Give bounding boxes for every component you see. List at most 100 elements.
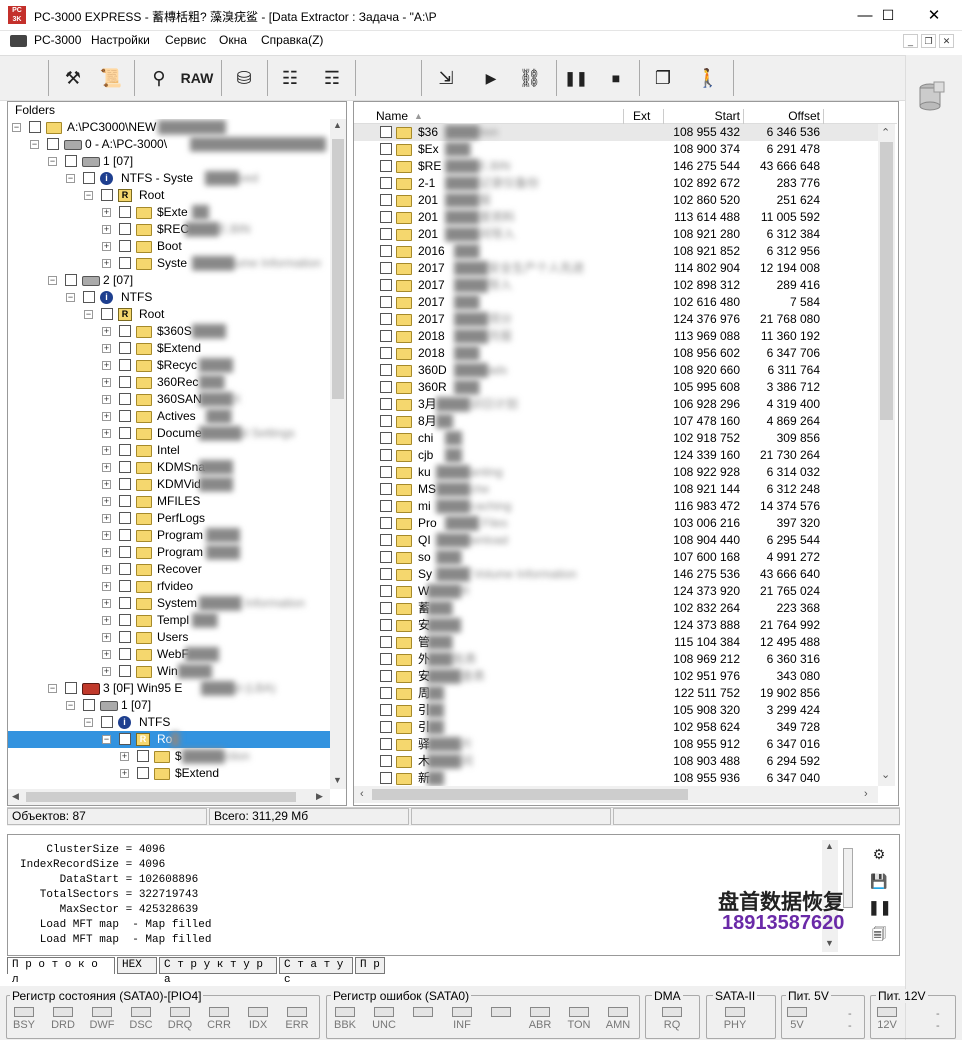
expand-toggle-icon[interactable]: + <box>102 565 111 574</box>
database-icon[interactable] <box>918 80 946 112</box>
list-item[interactable]: 201 ████度资料 113 614 488 11 005 592 <box>354 209 878 226</box>
tree-row[interactable]: − A:\PC3000\NEW ████████ <box>8 119 330 136</box>
list-item[interactable]: 2018 ███ 108 956 602 6 347 706 <box>354 345 878 362</box>
list-checkbox[interactable] <box>380 687 392 699</box>
list-checkbox[interactable] <box>380 160 392 172</box>
list-checkbox[interactable] <box>380 517 392 529</box>
connect-icon[interactable]: ⛓ <box>514 64 546 92</box>
expand-toggle-icon[interactable]: + <box>102 599 111 608</box>
log-slider[interactable] <box>843 848 853 908</box>
tree-checkbox[interactable] <box>119 631 131 643</box>
list-item[interactable]: ku ████anting 108 922 928 6 314 032 <box>354 464 878 481</box>
col-start-header[interactable]: Start <box>664 109 740 124</box>
tree-row[interactable]: + $Extend <box>8 765 330 782</box>
tree-checkbox[interactable] <box>119 325 131 337</box>
tree-checkbox[interactable] <box>119 563 131 575</box>
list-checkbox[interactable] <box>380 381 392 393</box>
col-divider[interactable] <box>623 109 624 124</box>
expand-toggle-icon[interactable]: + <box>102 582 111 591</box>
raw-button[interactable]: RAW <box>180 64 214 92</box>
scroll-up-arrow[interactable]: ▲ <box>825 841 834 851</box>
scroll-down-arrow[interactable]: ⌄ <box>881 768 890 781</box>
tree-row[interactable]: − 2 [07] <box>8 272 330 289</box>
list-checkbox[interactable] <box>380 245 392 257</box>
tree-checkbox[interactable] <box>101 308 113 320</box>
tree-checkbox[interactable] <box>119 478 131 490</box>
binoculars-icon[interactable]: ⚲ <box>146 64 172 92</box>
tree-row[interactable]: − 0 - A:\PC-3000\ ████████████████ <box>8 136 330 153</box>
tree-row[interactable]: + KDMVid ████ <box>8 476 330 493</box>
tree-checkbox[interactable] <box>119 240 131 252</box>
list-checkbox[interactable] <box>380 347 392 359</box>
expand-toggle-icon[interactable]: + <box>102 412 111 421</box>
menu-service[interactable]: Сервис <box>165 33 206 47</box>
list-item[interactable]: 安 ████ 124 373 888 21 764 992 <box>354 617 878 634</box>
list-checkbox[interactable] <box>380 704 392 716</box>
log-tab[interactable]: С т р у к т у р а <box>159 957 277 986</box>
expand-toggle-icon[interactable]: + <box>120 752 129 761</box>
expand-toggle-icon[interactable]: + <box>102 208 111 217</box>
expand-toggle-icon[interactable]: − <box>48 276 57 285</box>
list-checkbox[interactable] <box>380 585 392 597</box>
expand-toggle-icon[interactable]: + <box>102 633 111 642</box>
list-checkbox[interactable] <box>380 432 392 444</box>
open-drive-icon[interactable]: ⛁ <box>231 64 257 92</box>
scroll-down-arrow[interactable]: ▼ <box>825 938 834 948</box>
expand-toggle-icon[interactable]: + <box>102 361 111 370</box>
col-divider[interactable] <box>823 109 824 124</box>
log-tab[interactable]: П р <box>355 957 385 974</box>
tree-row[interactable]: − R Ro █ <box>8 731 330 748</box>
tree-row[interactable]: + Templ ███ <box>8 612 330 629</box>
tree-row[interactable]: + $Recyc ████ <box>8 357 330 374</box>
tree-row[interactable]: − i NTFS <box>8 714 330 731</box>
list-checkbox[interactable] <box>380 721 392 733</box>
list-item[interactable]: 驿 ████片 108 955 912 6 347 016 <box>354 736 878 753</box>
log-tab[interactable]: П р о т о к о л <box>7 957 115 986</box>
list-checkbox[interactable] <box>380 126 392 138</box>
list-item[interactable]: $36 ████tion 108 955 432 6 346 536 <box>354 124 878 141</box>
scroll-thumb[interactable] <box>332 139 344 399</box>
list-checkbox[interactable] <box>380 534 392 546</box>
tree-checkbox[interactable] <box>119 580 131 592</box>
tree-row[interactable]: + $REC ████E.BIN <box>8 221 330 238</box>
windows-icon[interactable]: ❐ <box>650 64 676 92</box>
expand-toggle-icon[interactable]: − <box>12 123 21 132</box>
tree-row[interactable]: + Program ████ <box>8 544 330 561</box>
tree-row[interactable]: − i NTFS - Syste ████ved <box>8 170 330 187</box>
expand-toggle-icon[interactable]: + <box>102 480 111 489</box>
list-checkbox[interactable] <box>380 415 392 427</box>
mdi-restore-button[interactable]: ❐ <box>921 34 936 48</box>
exit-icon[interactable]: 🚶 <box>695 64 721 92</box>
list-item[interactable]: 安 ████查表 102 951 976 343 080 <box>354 668 878 685</box>
list-item[interactable]: QI ████wnload 108 904 440 6 295 544 <box>354 532 878 549</box>
list-checkbox[interactable] <box>380 313 392 325</box>
expand-toggle-icon[interactable]: + <box>102 497 111 506</box>
menu-help[interactable]: Справка(Z) <box>261 33 323 47</box>
tree-checkbox[interactable] <box>65 155 77 167</box>
tree-checkbox[interactable] <box>65 274 77 286</box>
list-checkbox[interactable] <box>380 143 392 155</box>
list-checkbox[interactable] <box>380 211 392 223</box>
list-item[interactable]: chi ██ 102 918 752 309 856 <box>354 430 878 447</box>
log-tab[interactable]: С т а т у с <box>279 957 353 986</box>
tree-checkbox[interactable] <box>119 665 131 677</box>
tools-icon[interactable]: ⚒ <box>60 64 86 92</box>
tree-checkbox[interactable] <box>119 376 131 388</box>
tree-row[interactable]: − 3 [0F] Win95 E ████d (LBA) <box>8 680 330 697</box>
list-checkbox[interactable] <box>380 483 392 495</box>
list-checkbox[interactable] <box>380 228 392 240</box>
list-item[interactable]: 2017 ████项分 124 376 976 21 768 080 <box>354 311 878 328</box>
tree-row[interactable]: +360SAN ████X <box>8 391 330 408</box>
tree-disk-icon[interactable]: ☶ <box>315 64 349 92</box>
list-checkbox[interactable] <box>380 466 392 478</box>
expand-toggle-icon[interactable]: − <box>66 701 75 710</box>
tree-row[interactable]: + $ █████ction <box>8 748 330 765</box>
tree-row[interactable]: + Syste █████ume Information <box>8 255 330 272</box>
tree-icon[interactable]: ☷ <box>277 64 303 92</box>
tree-checkbox[interactable] <box>119 495 131 507</box>
tree-row[interactable]: + $360S ████ <box>8 323 330 340</box>
scroll-up-arrow[interactable]: ⌃ <box>881 126 890 139</box>
tree-checkbox[interactable] <box>137 750 149 762</box>
expand-toggle-icon[interactable]: + <box>102 616 111 625</box>
tree-checkbox[interactable] <box>119 529 131 541</box>
